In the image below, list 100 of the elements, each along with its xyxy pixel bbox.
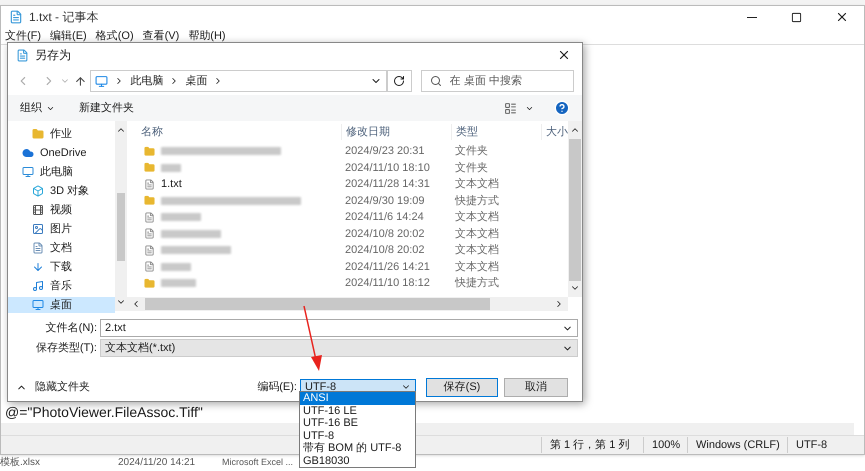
shortcut-folder-icon xyxy=(144,195,155,206)
desktop-icon xyxy=(32,298,44,311)
file-type: Microsoft Excel ... xyxy=(222,456,294,469)
dropdown-option[interactable]: 带有 BOM 的 UTF-8 xyxy=(300,442,415,454)
nav-item[interactable]: 3D 对象 xyxy=(8,182,116,199)
download-icon xyxy=(32,260,44,273)
blurred-name xyxy=(161,213,201,222)
breadcrumb-item[interactable]: 此电脑 xyxy=(130,72,164,90)
cancel-button[interactable]: 取消 xyxy=(504,378,568,396)
menu-item[interactable]: 文件(F) xyxy=(5,28,42,44)
file-type: 文本文档 xyxy=(454,226,500,242)
nav-item[interactable]: 图片 xyxy=(8,220,116,237)
filetype-select[interactable]: 文本文档(*.txt) xyxy=(100,339,578,357)
search-field[interactable]: 在 桌面 中搜索 xyxy=(420,70,574,92)
notepad-icon xyxy=(9,10,23,24)
file-list-horizontal-scrollbar[interactable] xyxy=(127,297,568,311)
scrollbar-thumb[interactable] xyxy=(569,139,581,281)
nav-item[interactable]: OneDrive xyxy=(8,144,116,161)
folder-icon xyxy=(144,146,155,157)
text-file-icon xyxy=(144,212,155,223)
blurred-name xyxy=(161,164,181,172)
file-type: 文本文档 xyxy=(454,242,500,258)
text-line: @="PhotoViewer.FileAssoc.Tiff" xyxy=(5,404,203,420)
file-type: 快捷方式 xyxy=(454,194,500,208)
cube-icon xyxy=(32,184,44,197)
file-name: 模板.xlsx xyxy=(0,456,41,470)
document-icon xyxy=(32,242,44,254)
nav-item[interactable]: 文档 xyxy=(8,240,116,256)
view-icon[interactable] xyxy=(504,102,517,114)
up-icon[interactable] xyxy=(74,74,86,88)
file-type: 文件夹 xyxy=(454,160,489,176)
file-date: 2024/10/8 20:02 xyxy=(344,226,426,242)
file-date: 2024/11/10 18:10 xyxy=(344,160,431,176)
field-label: 保存类型(T): xyxy=(34,340,98,356)
file-type: 文件夹 xyxy=(454,144,489,159)
blurred-name xyxy=(161,262,191,271)
blurred-name xyxy=(161,246,231,254)
dropdown-option[interactable]: UTF-8 xyxy=(300,430,415,442)
file-type: 文本文档 xyxy=(454,176,500,192)
text-file-icon xyxy=(144,178,155,190)
file-date: 2024/9/30 19:09 xyxy=(344,194,426,208)
nav-item[interactable]: 此电脑 xyxy=(8,164,116,180)
organize-button[interactable]: 组织 xyxy=(20,100,55,116)
nav-item[interactable]: 视频 xyxy=(8,202,116,218)
menu-item[interactable]: 帮助(H) xyxy=(188,28,226,44)
refresh-icon xyxy=(393,75,406,87)
text-file-icon xyxy=(144,261,155,272)
search-input[interactable]: 在 桌面 中搜索 xyxy=(450,72,570,90)
text-file-icon xyxy=(144,244,155,256)
scrollbar-thumb[interactable] xyxy=(117,193,126,261)
dialog-title: 另存为 xyxy=(35,47,71,64)
text-file-icon xyxy=(144,228,155,240)
menu-item[interactable]: 查看(V) xyxy=(142,28,180,44)
address-bar[interactable]: 此电脑 桌面 xyxy=(90,70,387,92)
dropdown-option[interactable]: GB18030 xyxy=(300,454,415,467)
hide-folders-button[interactable]: 隐藏文件夹 xyxy=(16,378,90,396)
menu-item[interactable]: 编辑(E) xyxy=(50,28,87,44)
picture-icon xyxy=(32,222,44,235)
file-date: 2024/11/10 18:12 xyxy=(344,276,431,291)
status-text: Windows (CRLF) xyxy=(687,436,787,454)
file-type: 文本文档 xyxy=(454,210,500,225)
blurred-name xyxy=(161,279,196,288)
dropdown-option[interactable]: UTF-16 BE xyxy=(300,417,415,430)
menu-item[interactable]: 格式(O) xyxy=(96,28,134,44)
column-header[interactable]: 名称 xyxy=(141,124,341,140)
maximize-icon xyxy=(791,12,802,22)
column-header[interactable]: 类型 xyxy=(451,124,541,140)
column-header[interactable]: 修改日期 xyxy=(341,124,451,140)
scrollbar-thumb[interactable] xyxy=(145,298,490,310)
file-date: 2024/11/6 14:24 xyxy=(344,210,425,225)
field-label: 编码(E): xyxy=(257,380,297,395)
status-text: 第 1 行，第 1 列 xyxy=(541,436,643,454)
field-label: 文件名(N): xyxy=(44,320,98,336)
dropdown-option[interactable]: UTF-16 LE xyxy=(300,404,415,417)
new-folder-button[interactable]: 新建文件夹 xyxy=(79,100,134,116)
minimize-icon xyxy=(746,16,756,18)
save-button[interactable]: 保存(S) xyxy=(426,378,498,396)
folder-icon xyxy=(144,162,155,174)
status-text: 100% xyxy=(643,436,687,454)
file-type: 文本文档 xyxy=(454,260,500,274)
folder-icon xyxy=(32,128,44,140)
dropdown-option[interactable]: ANSI xyxy=(300,392,415,404)
file-list-scrollbar[interactable] xyxy=(568,121,582,297)
file-date: 2024/11/28 14:31 xyxy=(344,177,431,192)
nav-item[interactable]: 作业 xyxy=(8,126,116,142)
refresh-button[interactable] xyxy=(386,70,412,92)
file-date: 2024/11/26 14:21 xyxy=(344,260,431,274)
search-icon xyxy=(430,75,442,87)
file-name[interactable]: 1.txt xyxy=(161,176,182,192)
shortcut-folder-icon xyxy=(144,278,155,289)
music-note-icon xyxy=(32,280,44,292)
help-icon[interactable] xyxy=(554,100,570,116)
nav-item[interactable]: 桌面 xyxy=(8,296,116,313)
nav-item[interactable]: 音乐 xyxy=(8,278,116,294)
nav-item[interactable]: 下载 xyxy=(8,258,116,275)
nav-scrollbar[interactable] xyxy=(115,121,127,311)
blurred-name xyxy=(161,230,221,238)
breadcrumb-item[interactable]: 桌面 xyxy=(185,72,208,90)
computer-icon xyxy=(95,74,108,88)
close-icon xyxy=(557,48,571,62)
